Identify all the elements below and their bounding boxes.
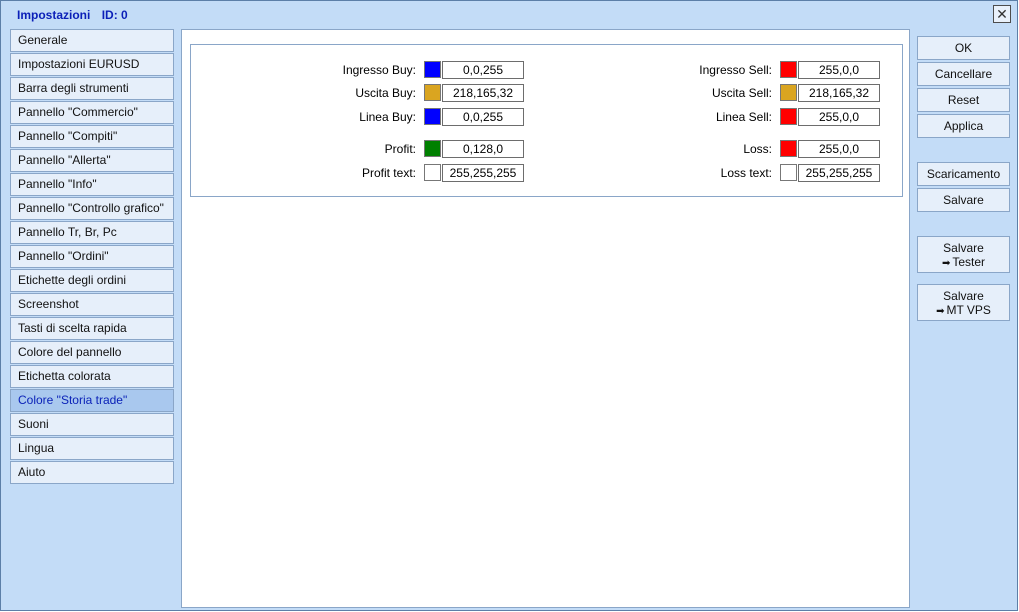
save-tester-label-bottom: Tester [952,254,986,269]
download-button-label: Scaricamento [926,167,1001,181]
save-vps-label-bottom: MT VPS [946,302,991,317]
settings-window: Impostazioni ID: 0 ✕ Generale Impostazion… [0,0,1018,611]
color-swatch[interactable] [780,140,797,157]
sidebar-item[interactable]: Generale [10,29,174,52]
sidebar-item[interactable]: Impostazioni EURUSD [10,53,174,76]
window-id-label: ID: 0 [101,8,128,22]
sidebar-item[interactable]: Pannello "Commercio" [10,101,174,124]
color-value-field[interactable]: 218,165,32 [798,84,880,102]
sidebar-item[interactable]: Pannello "Allerta" [10,149,174,172]
sidebar-item[interactable]: Pannello "Info" [10,173,174,196]
right-color-row: Uscita Sell: 218,165,32 [191,84,902,102]
sidebar-item[interactable]: Pannello Tr, Br, Pc [10,221,174,244]
save-mt-vps-button[interactable]: Salvare ➡ MT VPS [917,284,1010,321]
color-label: Linea Sell: [715,110,772,124]
sidebar-item[interactable]: Colore "Storia trade" [10,389,174,412]
close-icon: ✕ [996,6,1008,22]
sidebar-item[interactable]: Suoni [10,413,174,436]
trade-history-color-panel: Ingresso Buy: 0,0,255 Uscita Buy: 218,165,3… [190,44,903,197]
sidebar-item[interactable]: Screenshot [10,293,174,316]
cancel-button[interactable]: Cancellare [917,62,1010,86]
window-title-text: Impostazioni [17,8,91,22]
ok-button[interactable]: OK [917,36,1010,60]
color-label: Uscita Sell: [711,86,772,100]
sidebar-item[interactable]: Lingua [10,437,174,460]
sidebar-item[interactable]: Colore del pannello [10,341,174,364]
color-value-field[interactable]: 255,0,0 [798,108,880,126]
right-color-row: Linea Sell: 255,0,0 [191,108,902,126]
sidebar-item[interactable]: Tasti di scelta rapida [10,317,174,340]
color-swatch[interactable] [780,164,797,181]
save-vps-label-top: Salvare [943,288,984,303]
title-bar: Impostazioni ID: 0 ✕ [1,1,1017,28]
cancel-button-label: Cancellare [934,67,993,81]
settings-sidebar: Generale Impostazioni EURUSD Barra degli s… [10,29,174,485]
color-value-field[interactable]: 255,0,0 [798,61,880,79]
sidebar-item[interactable]: Aiuto [10,461,174,484]
reset-button[interactable]: Reset [917,88,1010,112]
sidebar-item[interactable]: Pannello "Controllo grafico" [10,197,174,220]
sidebar-item[interactable]: Etichette degli ordini [10,269,174,292]
color-label: Ingresso Sell: [699,63,772,77]
sidebar-item[interactable]: Pannello "Compiti" [10,125,174,148]
sidebar-item[interactable]: Pannello "Ordini" [10,245,174,268]
sidebar-item[interactable]: Barra degli strumenti [10,77,174,100]
color-value-field[interactable]: 255,255,255 [798,164,880,182]
ok-button-label: OK [954,41,973,55]
apply-button[interactable]: Applica [917,114,1010,138]
right-color-row: Loss: 255,0,0 [191,140,902,158]
color-label: Loss text: [720,166,772,180]
color-swatch[interactable] [780,84,797,101]
right-color-row: Loss text: 255,255,255 [191,164,902,182]
download-button[interactable]: Scaricamento [917,162,1010,186]
main-content: Ingresso Buy: 0,0,255 Uscita Buy: 218,165,3… [181,29,910,608]
arrow-right-icon: ➡ [936,305,945,317]
reset-button-label: Reset [947,93,980,107]
apply-button-label: Applica [943,119,984,133]
window-title: Impostazioni ID: 0 [17,8,128,22]
color-swatch[interactable] [780,108,797,125]
save-tester-label-top: Salvare [943,240,984,255]
right-color-row: Ingresso Sell: 255,0,0 [191,61,902,79]
color-swatch[interactable] [780,61,797,78]
save-tester-button[interactable]: Salvare ➡ Tester [917,236,1010,273]
color-value-field[interactable]: 255,0,0 [798,140,880,158]
save-button[interactable]: Salvare [917,188,1010,212]
sidebar-item[interactable]: Etichetta colorata [10,365,174,388]
arrow-right-icon: ➡ [941,257,951,269]
color-label: Loss: [743,142,772,156]
save-button-label: Salvare [943,193,984,207]
close-button[interactable]: ✕ [993,5,1011,23]
